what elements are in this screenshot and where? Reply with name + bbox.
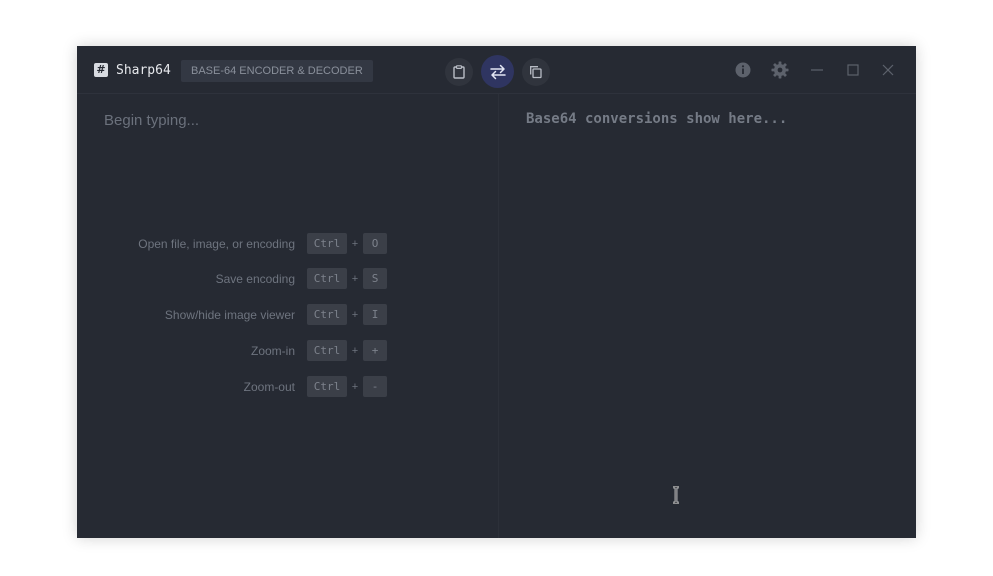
shortcut-label: Save encoding — [215, 272, 295, 286]
minimize-icon — [811, 69, 823, 71]
shortcut-row: Zoom-out Ctrl + - — [77, 376, 498, 398]
minimize-button[interactable] — [808, 61, 826, 79]
shortcut-key: O — [363, 233, 387, 254]
close-button[interactable] — [879, 61, 897, 79]
shortcut-row: Save encoding Ctrl + S — [77, 268, 498, 290]
shortcut-modifier-key: Ctrl — [307, 268, 347, 289]
shortcut-key: + — [363, 340, 387, 361]
shortcut-key: I — [363, 304, 387, 325]
swap-arrows-icon — [489, 64, 506, 79]
shortcut-plus: + — [351, 273, 359, 285]
shortcut-row: Open file, image, or encoding Ctrl + O — [77, 233, 498, 255]
shortcut-label: Zoom-in — [250, 344, 295, 358]
maximize-button[interactable] — [844, 61, 862, 79]
input-editor[interactable]: Begin typing... — [104, 111, 199, 131]
shortcut-label: Show/hide image viewer — [164, 308, 295, 322]
copy-button[interactable] — [522, 58, 550, 86]
convert-button[interactable] — [481, 55, 514, 88]
info-button[interactable] — [734, 61, 752, 79]
shortcut-modifier-key: Ctrl — [307, 340, 347, 361]
app-subtitle-badge: BASE-64 ENCODER & DECODER — [181, 60, 373, 82]
title-bar[interactable]: # Sharp64 BASE-64 ENCODER & DECODER — [77, 46, 916, 94]
maximize-icon — [847, 64, 859, 76]
settings-button[interactable] — [771, 61, 789, 79]
shortcut-key: - — [363, 376, 387, 397]
clipboard-icon — [453, 65, 465, 79]
shortcut-key: S — [363, 268, 387, 289]
shortcut-plus: + — [351, 381, 359, 393]
gear-icon — [771, 61, 789, 79]
app-title: Sharp64 — [116, 63, 171, 78]
shortcut-plus: + — [351, 309, 359, 321]
shortcut-label: Open file, image, or encoding — [138, 237, 295, 251]
close-icon — [882, 64, 894, 76]
shortcut-modifier-key: Ctrl — [307, 233, 347, 254]
shortcut-plus: + — [351, 238, 359, 250]
paste-button[interactable] — [445, 58, 473, 86]
copy-icon — [530, 66, 542, 79]
output-editor[interactable]: Base64 conversions show here... — [526, 109, 787, 129]
shortcut-modifier-key: Ctrl — [307, 376, 347, 397]
shortcut-row: Zoom-in Ctrl + + — [77, 340, 498, 362]
hash-logo-icon: # — [94, 63, 108, 77]
app-window: # Sharp64 BASE-64 ENCODER & DECODER Begi… — [77, 46, 916, 538]
shortcut-modifier-key: Ctrl — [307, 304, 347, 325]
panel-divider[interactable] — [498, 94, 499, 538]
text-cursor-icon — [673, 486, 679, 504]
shortcut-plus: + — [351, 345, 359, 357]
shortcut-row: Show/hide image viewer Ctrl + I — [77, 304, 498, 326]
info-icon — [735, 62, 751, 78]
shortcut-label: Zoom-out — [243, 380, 295, 394]
